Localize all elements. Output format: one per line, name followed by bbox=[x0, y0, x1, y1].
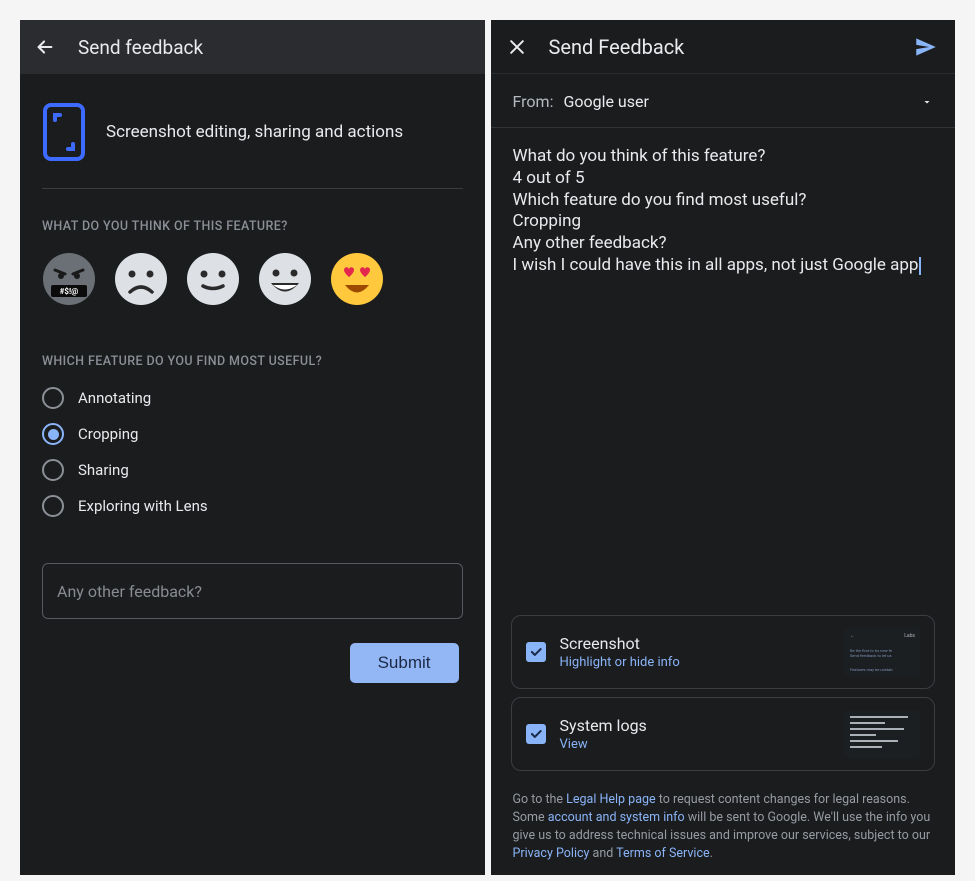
radio-option-label: Cropping bbox=[78, 425, 138, 443]
attach-screenshot-subtitle: Highlight or hide info bbox=[560, 655, 831, 670]
radio-option-label: Annotating bbox=[78, 389, 151, 407]
from-value: Google user bbox=[563, 92, 911, 111]
rating-emoji-2-sad[interactable] bbox=[114, 252, 168, 306]
rating-emoji-3-neutral[interactable] bbox=[186, 252, 240, 306]
radio-option-label: Sharing bbox=[78, 461, 129, 479]
from-row[interactable]: From: Google user bbox=[491, 74, 956, 128]
appbar: Send feedback bbox=[20, 20, 485, 74]
screenshot-device-icon bbox=[42, 102, 86, 162]
appbar-title: Send Feedback bbox=[549, 35, 892, 59]
feature-header: Screenshot editing, sharing and actions bbox=[42, 92, 463, 186]
privacy-policy-link[interactable]: Privacy Policy bbox=[513, 846, 590, 861]
other-feedback-input[interactable]: Any other feedback? bbox=[42, 563, 463, 619]
radio-option-sharing[interactable]: Sharing bbox=[42, 459, 463, 481]
feature-title: Screenshot editing, sharing and actions bbox=[106, 121, 403, 144]
attach-syslogs-subtitle: View bbox=[560, 737, 831, 752]
message-line: What do you think of this feature? bbox=[513, 146, 934, 168]
radio-option-label: Exploring with Lens bbox=[78, 497, 208, 515]
legal-help-link[interactable]: Legal Help page bbox=[566, 792, 656, 807]
feedback-form-screen: Send feedback Screenshot editing, sharin… bbox=[20, 20, 485, 875]
checkbox-checked-icon[interactable] bbox=[526, 724, 546, 744]
attach-syslogs-title: System logs bbox=[560, 716, 831, 735]
message-line: Any other feedback? bbox=[513, 233, 934, 255]
back-arrow-icon[interactable] bbox=[34, 36, 56, 58]
from-label: From: bbox=[513, 92, 554, 111]
system-logs-thumbnail bbox=[844, 710, 920, 758]
rating-emoji-5-love[interactable] bbox=[330, 252, 384, 306]
divider bbox=[42, 188, 463, 189]
message-line: Which feature do you find most useful? bbox=[513, 190, 934, 212]
account-system-info-link[interactable]: account and system info bbox=[548, 810, 685, 825]
radio-option-annotating[interactable]: Annotating bbox=[42, 387, 463, 409]
question-rating-label: WHAT DO YOU THINK OF THIS FEATURE? bbox=[42, 219, 463, 234]
radio-option-cropping[interactable]: Cropping bbox=[42, 423, 463, 445]
checkbox-checked-icon[interactable] bbox=[526, 642, 546, 662]
terms-of-service-link[interactable]: Terms of Service bbox=[616, 846, 709, 861]
rating-emoji-4-happy[interactable] bbox=[258, 252, 312, 306]
message-line: 4 out of 5 bbox=[513, 168, 934, 190]
legal-footer: Go to the Legal Help page to request con… bbox=[491, 781, 956, 876]
submit-button[interactable]: Submit bbox=[350, 643, 459, 683]
attach-screenshot-title: Screenshot bbox=[560, 634, 831, 653]
rating-emoji-1-angry[interactable]: #$!@ bbox=[42, 252, 96, 306]
radio-option-exploring-lens[interactable]: Exploring with Lens bbox=[42, 495, 463, 517]
message-line: Cropping bbox=[513, 211, 934, 233]
dropdown-caret-icon bbox=[921, 96, 933, 108]
feedback-text-input[interactable]: What do you think of this feature? 4 out… bbox=[491, 128, 956, 277]
text-cursor bbox=[919, 257, 921, 275]
svg-text:#$!@: #$!@ bbox=[60, 287, 79, 296]
feedback-compose-screen: Send Feedback From: Google user What do … bbox=[491, 20, 956, 875]
screenshot-thumbnail: ← Labs Be the first to try new feSend fe… bbox=[844, 628, 920, 676]
message-line: I wish I could have this in all apps, no… bbox=[513, 255, 934, 277]
appbar: Send Feedback bbox=[491, 20, 956, 74]
close-icon[interactable] bbox=[507, 37, 527, 57]
attach-system-logs-card[interactable]: System logs View bbox=[511, 697, 936, 771]
send-icon[interactable] bbox=[913, 34, 939, 60]
question-feature-label: WHICH FEATURE DO YOU FIND MOST USEFUL? bbox=[42, 354, 463, 369]
rating-emoji-row: #$!@ bbox=[42, 252, 463, 306]
other-feedback-placeholder: Any other feedback? bbox=[57, 582, 202, 601]
attach-screenshot-card[interactable]: Screenshot Highlight or hide info ← Labs… bbox=[511, 615, 936, 689]
appbar-title: Send feedback bbox=[78, 36, 203, 59]
radio-group-feature: Annotating Cropping Sharing Exploring wi… bbox=[42, 387, 463, 517]
